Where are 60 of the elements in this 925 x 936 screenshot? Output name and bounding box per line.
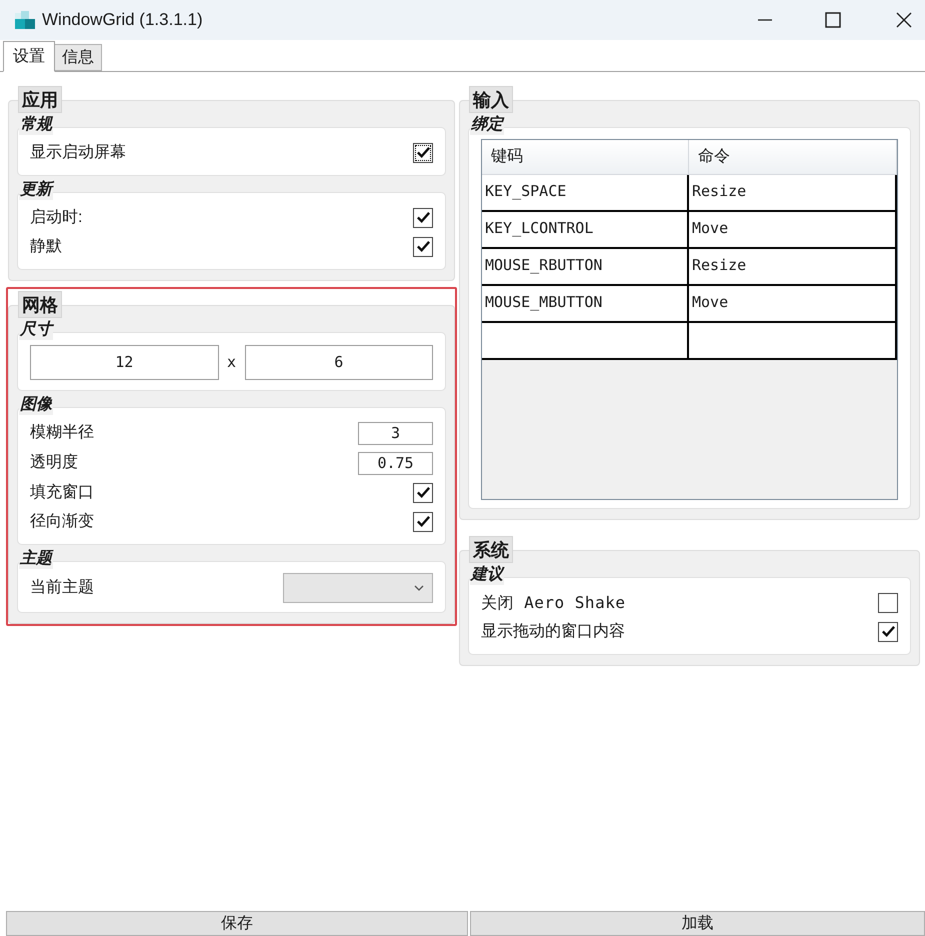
group-title: 主题 bbox=[19, 549, 53, 569]
checkbox[interactable] bbox=[413, 208, 433, 228]
checkbox[interactable] bbox=[878, 592, 898, 612]
checkbox-label: 径向渐变 bbox=[30, 512, 94, 532]
checkbox-label: 启动时: bbox=[30, 208, 82, 228]
chevron-down-icon bbox=[414, 585, 424, 591]
tab[interactable]: 设置 bbox=[3, 41, 55, 72]
section-title: 应用 bbox=[18, 86, 62, 113]
checkbox-label: 填充窗口 bbox=[30, 482, 94, 502]
checkbox[interactable] bbox=[413, 236, 433, 256]
checkbox-label: 显示拖动的窗口内容 bbox=[481, 622, 625, 642]
checkbox[interactable] bbox=[413, 142, 433, 162]
column-header[interactable]: 键码 bbox=[482, 140, 689, 175]
table-cell: Resize bbox=[689, 175, 897, 212]
group-title: 图像 bbox=[19, 395, 53, 415]
checkbox[interactable] bbox=[413, 512, 433, 532]
group-title: 更新 bbox=[19, 180, 53, 200]
checkbox-label: 关闭 Aero Shake bbox=[481, 592, 626, 614]
app-logo-icon bbox=[15, 11, 35, 29]
field-label: 模糊半径 bbox=[30, 422, 94, 443]
checkbox-label: 显示启动屏幕 bbox=[30, 142, 126, 162]
number-field[interactable]: 0.75 bbox=[358, 452, 433, 474]
section-title: 网格 bbox=[18, 291, 62, 318]
section-title: 系统 bbox=[469, 536, 513, 563]
group-title: 常规 bbox=[19, 115, 53, 135]
table-cell: KEY_SPACE bbox=[482, 175, 689, 212]
group-title: 尺寸 bbox=[19, 320, 53, 340]
table-cell: Resize bbox=[689, 249, 897, 286]
number-field[interactable]: 3 bbox=[358, 422, 433, 444]
new-row-cell[interactable] bbox=[689, 323, 897, 360]
checkmark-icon bbox=[416, 514, 430, 529]
table-cell: KEY_LCONTROL bbox=[482, 212, 689, 249]
separator-text: x bbox=[226, 352, 236, 374]
column-header[interactable]: 命令 bbox=[689, 140, 897, 175]
field-label: 当前主题 bbox=[30, 578, 94, 598]
action-button[interactable]: 保存 bbox=[6, 911, 468, 936]
tab[interactable]: 信息 bbox=[55, 44, 102, 71]
checkbox-label: 静默 bbox=[30, 236, 62, 256]
checkmark-icon bbox=[416, 239, 430, 254]
number-field[interactable]: 12 bbox=[30, 345, 218, 380]
table-cell: MOUSE_RBUTTON bbox=[482, 249, 689, 286]
table-cell: MOUSE_MBUTTON bbox=[482, 286, 689, 323]
group-title: 建议 bbox=[470, 565, 504, 585]
action-button[interactable]: 加载 bbox=[470, 911, 925, 936]
section-title: 输入 bbox=[469, 86, 513, 113]
checkbox[interactable] bbox=[413, 482, 433, 502]
number-field[interactable]: 6 bbox=[244, 345, 433, 380]
checkmark-icon bbox=[416, 485, 430, 500]
new-row-cell[interactable] bbox=[482, 323, 689, 360]
close-icon[interactable] bbox=[896, 12, 912, 28]
checkmark-icon bbox=[880, 624, 896, 639]
group-title: 绑定 bbox=[470, 115, 504, 135]
checkmark-icon bbox=[416, 145, 430, 160]
field-label: 透明度 bbox=[30, 452, 78, 473]
checkmark-icon bbox=[416, 210, 430, 225]
checkbox[interactable] bbox=[878, 622, 898, 642]
maximize-icon[interactable] bbox=[825, 12, 841, 28]
table-cell: Move bbox=[689, 286, 897, 323]
window-title: WindowGrid (1.3.1.1) bbox=[42, 9, 203, 32]
table-cell: Move bbox=[689, 212, 897, 249]
